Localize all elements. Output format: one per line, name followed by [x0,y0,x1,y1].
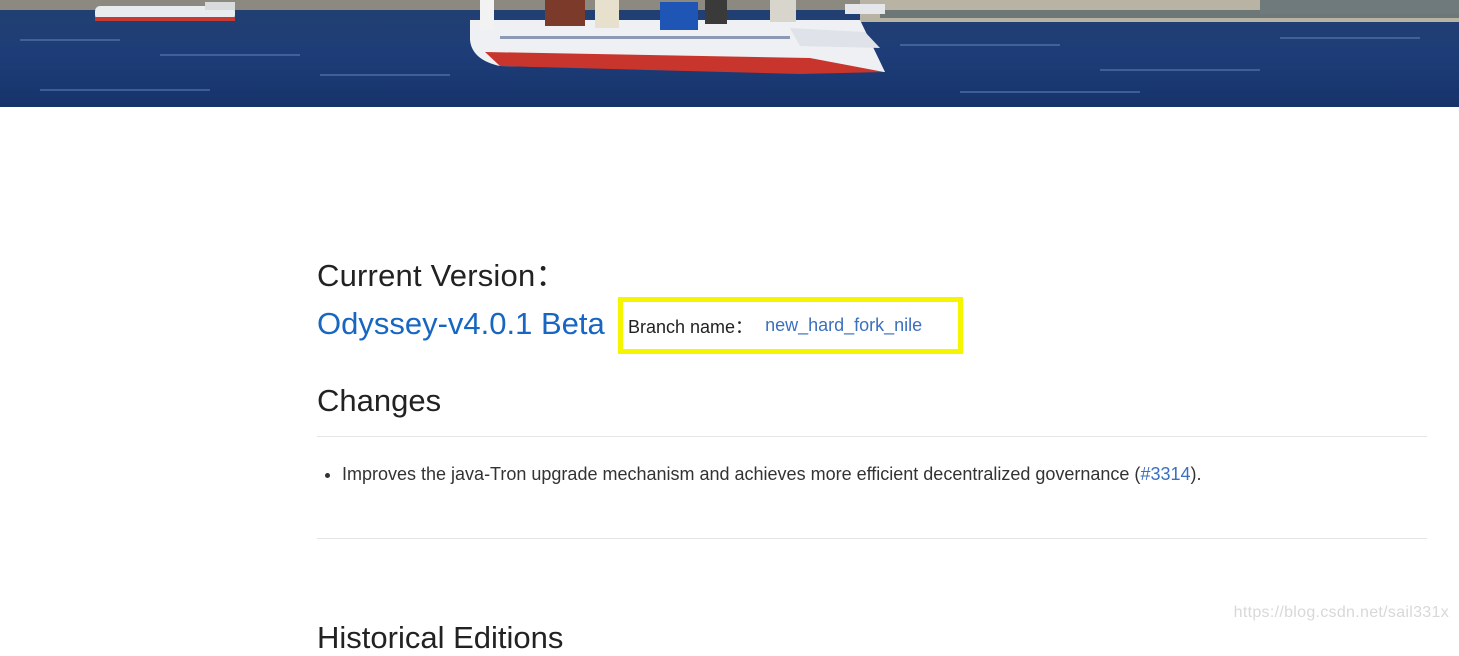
changes-heading: Changes [317,383,442,418]
divider [317,538,1427,539]
sailboat-photo-icon [0,0,1459,107]
version-link[interactable]: Odyssey-v4.0.1 Beta [317,306,605,342]
branch-name-label: Branch name： [628,316,754,337]
watermark: https://blog.csdn.net/sail331x [1233,604,1449,621]
divider [317,436,1427,437]
historical-editions-heading: Historical Editions [317,620,564,655]
branch-highlight-box: Branch name： new_hard_fork_nile [618,297,963,354]
changes-list: Improves the java-Tron upgrade mechanism… [317,462,1202,486]
current-version-heading: Current Version： [317,258,567,293]
change-text-end: ). [1190,464,1202,484]
branch-name-link[interactable]: new_hard_fork_nile [765,315,922,336]
banner-photo [0,0,1459,107]
pull-request-link[interactable]: #3314 [1140,464,1190,484]
change-text: Improves the java-Tron upgrade mechanism… [342,464,1141,484]
list-item: Improves the java-Tron upgrade mechanism… [342,462,1202,486]
